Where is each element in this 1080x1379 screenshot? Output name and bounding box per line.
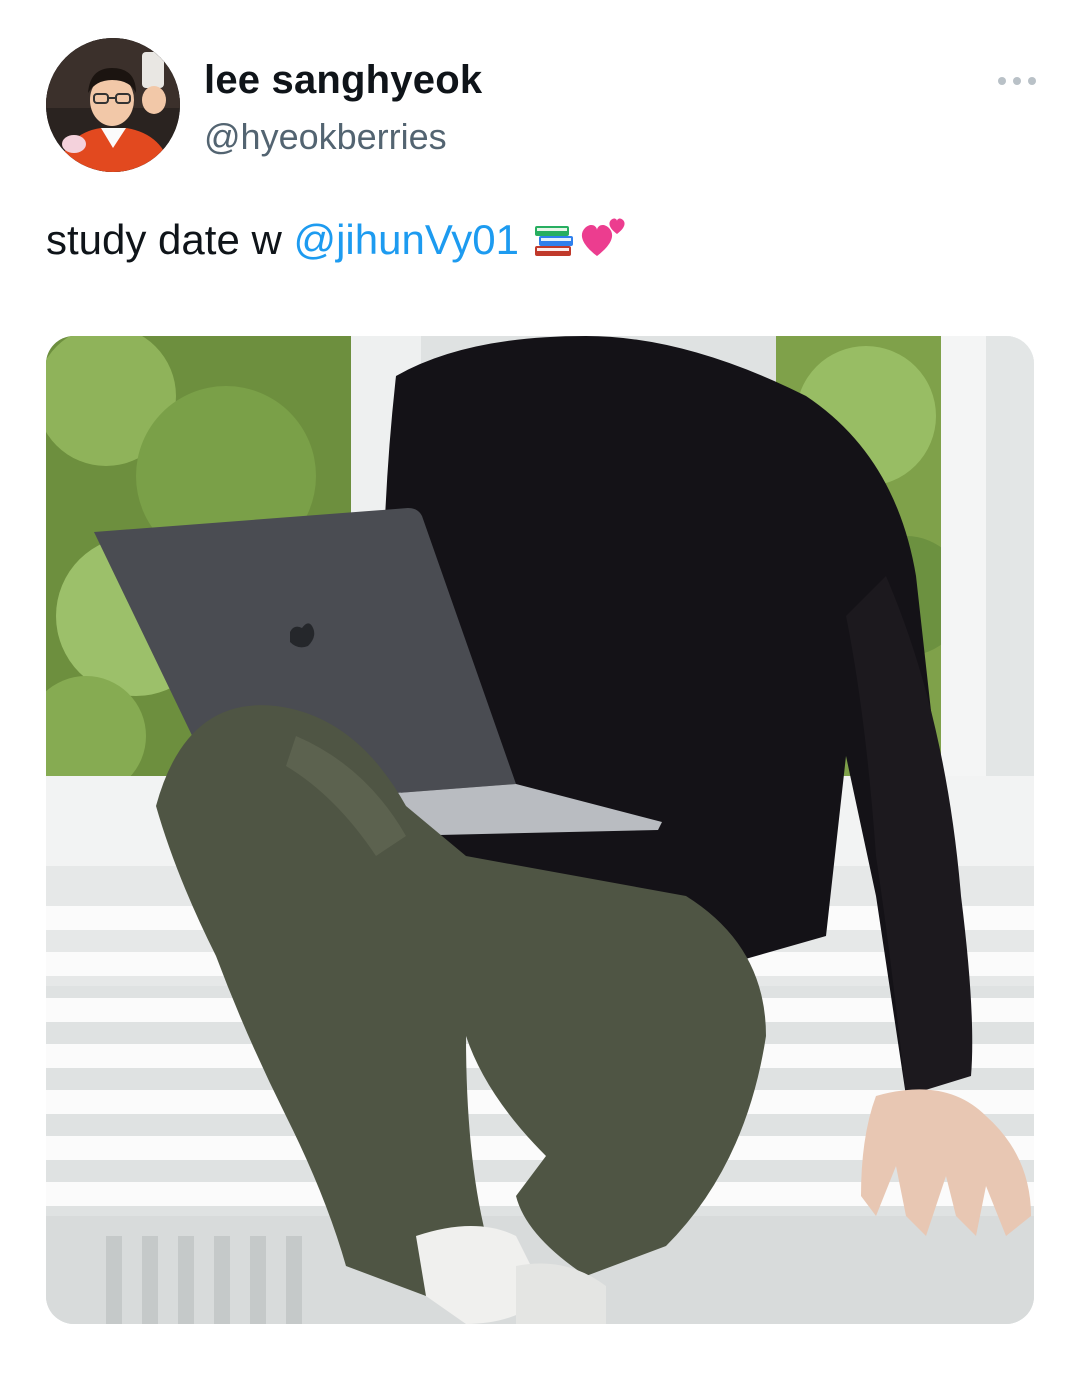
mention-link[interactable]: @jihunVy01 <box>293 216 519 263</box>
photo-image <box>46 336 1034 1324</box>
more-horizontal-icon[interactable] <box>994 70 1040 92</box>
tweet-text-prefix: study date w <box>46 216 294 263</box>
tweet-text: study date w @jihunVy01 <box>46 214 631 271</box>
two-hearts-emoji-icon <box>577 214 631 271</box>
tweet-card: lee sanghyeok @hyeokberries study date w… <box>0 0 1080 1379</box>
avatar-image <box>46 38 180 172</box>
tweet-photo[interactable] <box>46 336 1034 1324</box>
books-emoji-icon <box>531 220 577 271</box>
display-name[interactable]: lee sanghyeok <box>204 58 482 103</box>
user-avatar[interactable] <box>46 38 180 172</box>
user-handle[interactable]: @hyeokberries <box>204 116 447 158</box>
